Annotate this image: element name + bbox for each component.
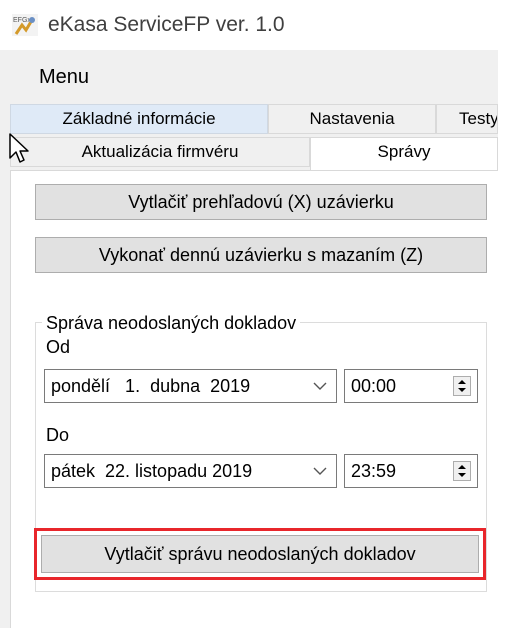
daily-z-report-button[interactable]: Vykonať dennú uzávierku s mazaním (Z) <box>35 237 487 273</box>
chevron-down-icon[interactable] <box>312 378 328 394</box>
group-title: Správa neodoslaných dokladov <box>42 313 301 334</box>
spinner-icon[interactable] <box>453 376 471 396</box>
chevron-down-icon[interactable] <box>312 463 328 479</box>
from-date-picker[interactable]: pondělí 1. dubna 2019 <box>44 369 337 403</box>
mouse-cursor-icon <box>8 132 32 166</box>
desktop-background <box>498 0 524 628</box>
tab-zakladne-informacie[interactable]: Základné informácie <box>10 104 268 134</box>
from-label: Od <box>46 337 71 357</box>
title-bar: EFGx eKasa ServiceFP ver. 1.0 <box>0 0 498 50</box>
to-date-picker[interactable]: pátek 22. listopadu 2019 <box>44 454 337 488</box>
menu-bar: Menu <box>0 55 498 95</box>
window-title: eKasa ServiceFP ver. 1.0 <box>48 13 285 36</box>
from-time-value: 00:00 <box>351 376 397 396</box>
from-time-picker[interactable]: 00:00 <box>344 369 478 403</box>
to-time-picker[interactable]: 23:59 <box>344 454 478 488</box>
to-date-value: pátek 22. listopadu 2019 <box>51 461 253 481</box>
print-unsent-report-button[interactable]: Vytlačiť správu neodoslaných dokladov <box>41 535 479 573</box>
menu-item-menu[interactable]: Menu <box>39 66 89 89</box>
spinner-icon[interactable] <box>453 461 471 481</box>
tab-testy[interactable]: Testy <box>436 104 498 134</box>
tab-nastavenia[interactable]: Nastavenia <box>268 104 436 134</box>
print-x-report-button[interactable]: Vytlačiť prehľadovú (X) uzávierku <box>35 184 487 220</box>
from-date-value: pondělí 1. dubna 2019 <box>51 376 251 396</box>
app-icon: EFGx <box>12 14 38 36</box>
tab-spravy[interactable]: Správy <box>310 137 498 170</box>
tab-aktualizacia-firmveru[interactable]: Aktualizácia firmvéru <box>10 137 310 167</box>
app-window: EFGx eKasa ServiceFP ver. 1.0 Menu Zákla… <box>0 0 524 628</box>
to-label: Do <box>46 425 70 445</box>
to-time-value: 23:59 <box>351 461 397 481</box>
